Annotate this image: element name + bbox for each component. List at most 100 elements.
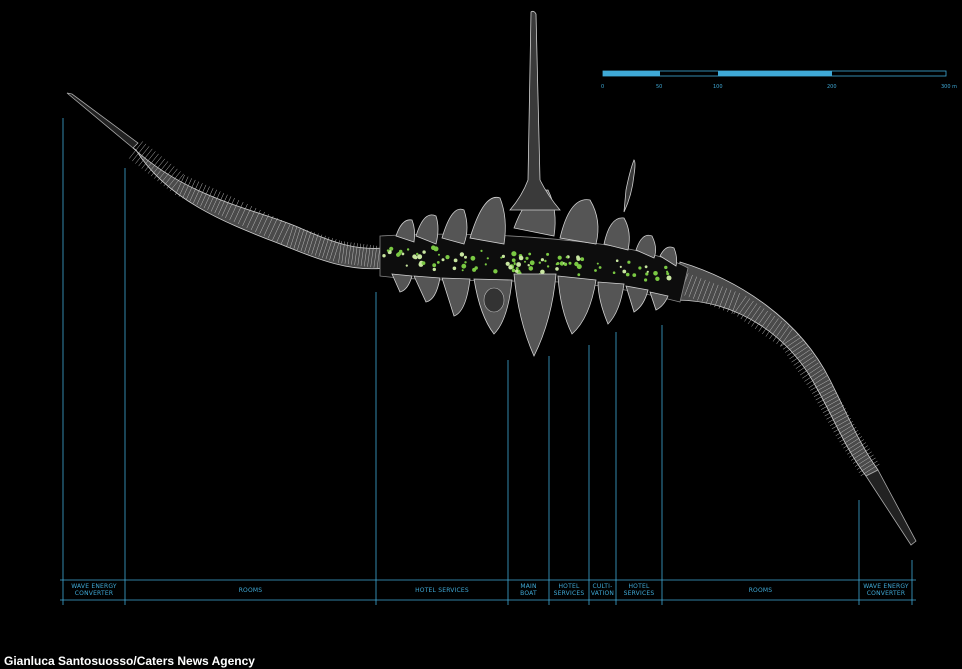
- garden-dot: [416, 252, 419, 256]
- garden-dot: [422, 250, 426, 254]
- garden-dot: [540, 258, 545, 262]
- garden-dot: [653, 271, 658, 276]
- garden-dot: [461, 263, 467, 269]
- right-rooms-arm-shape: [674, 261, 879, 477]
- segment-label-cultivation: CULTI- VATION: [589, 583, 616, 597]
- segment-label-line: WAVE ENERGY: [71, 583, 117, 590]
- scale-bar-fill-1: [603, 71, 660, 76]
- segment-label-rooms-right: ROOMS: [662, 587, 859, 594]
- garden-dot: [406, 248, 410, 251]
- garden-dot: [445, 255, 450, 260]
- garden-dot: [612, 271, 616, 275]
- segment-label-line: HOTEL: [558, 583, 580, 590]
- garden-dot: [500, 256, 503, 259]
- secondary-mast: [623, 159, 636, 213]
- garden-dot: [515, 269, 519, 273]
- garden-dot: [619, 265, 622, 268]
- garden-dot: [441, 258, 445, 262]
- garden-dot: [511, 251, 517, 257]
- segment-label-line: BOAT: [520, 590, 537, 597]
- garden-dot: [474, 266, 478, 270]
- garden-dot: [493, 269, 498, 274]
- garden-dot: [480, 249, 483, 252]
- upper-pod-6: [559, 199, 599, 245]
- garden-dot: [565, 256, 568, 259]
- segment-label-line: SERVICES: [553, 590, 585, 597]
- segment-label-line: ROOMS: [748, 587, 773, 594]
- garden-dot: [398, 249, 403, 254]
- garden-dot: [484, 263, 487, 266]
- garden-dot: [518, 255, 524, 261]
- garden-dot: [382, 254, 386, 258]
- scale-tick-0: 0: [601, 84, 605, 90]
- segment-label-line: MAIN: [520, 583, 537, 590]
- lower-pod-5-main-boat-keel: [513, 273, 557, 357]
- segment-label-line: HOTEL: [628, 583, 650, 590]
- segment-label-wave-energy-left: WAVE ENERGY CONVERTER: [63, 583, 125, 597]
- garden-dot: [644, 278, 648, 282]
- garden-dot: [666, 275, 672, 281]
- garden-dot: [625, 272, 630, 277]
- garden-dot: [538, 261, 541, 264]
- garden-dot: [524, 260, 526, 263]
- garden-dot: [574, 261, 579, 267]
- garden-dot: [464, 261, 467, 264]
- segment-label-line: HOTEL SERVICES: [415, 587, 469, 594]
- garden-dot: [431, 245, 436, 250]
- upper-pod-4: [469, 196, 506, 245]
- garden-dot: [580, 257, 585, 262]
- garden-dot: [555, 267, 559, 271]
- garden-dot: [598, 266, 602, 269]
- upper-pod-7: [603, 217, 630, 251]
- garden-dot: [664, 265, 668, 270]
- garden-dot: [513, 263, 516, 266]
- garden-dot: [528, 266, 534, 271]
- garden-dot: [615, 259, 619, 263]
- garden-dot: [528, 252, 532, 256]
- upper-pod-3: [441, 208, 468, 245]
- main-pod-window: [483, 287, 505, 313]
- garden-dot: [638, 266, 642, 270]
- garden-dot: [622, 269, 627, 274]
- segment-label-hotel-services-1: HOTEL SERVICES: [376, 587, 508, 594]
- segment-label-rooms-left: ROOMS: [125, 587, 376, 594]
- segment-label-line: CONVERTER: [866, 590, 906, 597]
- photo-credit: Gianluca Santosuosso/Caters News Agency: [4, 654, 255, 668]
- garden-dot: [563, 262, 568, 266]
- scale-tick-50: 50: [656, 84, 663, 90]
- garden-dot: [627, 260, 631, 264]
- segment-label-wave-energy-right: WAVE ENERGY CONVERTER: [856, 583, 916, 597]
- garden-dot: [461, 269, 464, 272]
- garden-dot: [577, 273, 581, 277]
- garden-dot: [666, 272, 670, 276]
- garden-dot: [405, 264, 408, 267]
- garden-dot: [470, 255, 476, 261]
- segment-label-hotel-services-2: HOTEL SERVICES: [549, 583, 589, 597]
- lower-pod-8: [625, 285, 649, 313]
- garden-dot: [594, 269, 597, 272]
- lower-pod-2: [413, 275, 441, 303]
- garden-dot: [412, 254, 417, 259]
- garden-dot: [432, 263, 437, 268]
- garden-dot: [568, 261, 572, 265]
- garden-dot: [557, 255, 562, 260]
- garden-dot: [555, 263, 558, 266]
- garden-dot: [546, 265, 550, 268]
- garden-dot: [436, 261, 440, 264]
- garden-dot: [655, 276, 660, 281]
- segment-label-line: WAVE ENERGY: [863, 583, 909, 590]
- segment-label-line: VATION: [590, 590, 615, 597]
- garden-dot: [464, 255, 467, 259]
- right-wave-energy-converter-shape: [865, 469, 917, 546]
- garden-dot: [644, 265, 648, 269]
- segment-label-main-boat: MAIN BOAT: [508, 583, 549, 597]
- garden-dot: [432, 267, 436, 272]
- segment-label-line: CONVERTER: [74, 590, 114, 597]
- scale-tick-200: 200: [827, 84, 837, 90]
- main-mast: [509, 10, 561, 211]
- garden-dot: [529, 260, 535, 266]
- lower-pod-7: [597, 281, 625, 325]
- garden-dot: [632, 273, 637, 277]
- garden-dot: [527, 264, 530, 267]
- garden-dot: [459, 252, 465, 257]
